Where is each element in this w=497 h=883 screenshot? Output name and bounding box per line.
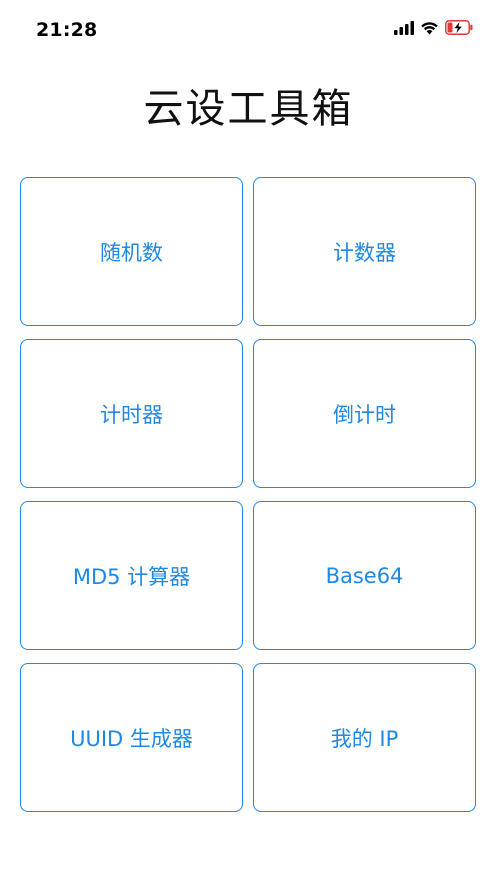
tool-label: 倒计时	[333, 402, 396, 427]
status-icons	[394, 19, 473, 39]
tool-label: UUID 生成器	[70, 726, 193, 751]
base64-button[interactable]: Base64	[253, 501, 476, 650]
status-bar: 21:28	[0, 0, 497, 56]
tool-label: Base64	[325, 563, 404, 588]
page-title: 云设工具箱	[143, 86, 354, 132]
battery-charging-icon	[445, 19, 473, 39]
tool-label: MD5 计算器	[72, 564, 191, 589]
countdown-button[interactable]: 倒计时	[253, 339, 476, 488]
my-ip-button[interactable]: 我的 IP	[253, 663, 476, 812]
tool-label: 计数器	[333, 240, 396, 265]
status-time: 21:28	[36, 19, 98, 41]
md5-calculator-button[interactable]: MD5 计算器	[20, 501, 243, 650]
signal-icon	[394, 20, 414, 39]
wifi-icon	[420, 20, 439, 39]
timer-button[interactable]: 计时器	[20, 339, 243, 488]
uuid-generator-button[interactable]: UUID 生成器	[20, 663, 243, 812]
tool-label: 我的 IP	[330, 726, 399, 751]
tool-label: 随机数	[100, 240, 163, 265]
tool-label: 计时器	[100, 402, 163, 427]
tool-grid: 随机数 计数器 计时器 倒计时 MD5 计算器 Base64 UUID 生成器 …	[20, 177, 477, 812]
random-number-button[interactable]: 随机数	[20, 177, 243, 326]
counter-button[interactable]: 计数器	[253, 177, 476, 326]
